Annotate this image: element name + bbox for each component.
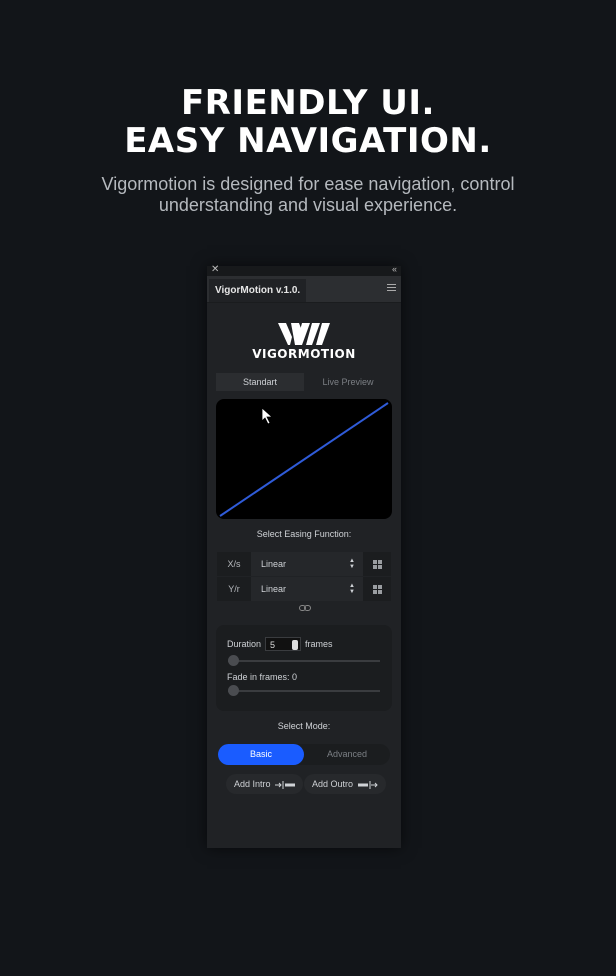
updown-arrows-icon: ▲ ▼ xyxy=(349,583,355,595)
close-icon[interactable]: ✕ xyxy=(211,264,219,275)
presets-button-x[interactable] xyxy=(363,559,391,569)
hero-subtitle: Vigormotion is designed for ease navigat… xyxy=(101,174,515,215)
plugin-panel: ✕ ‹‹ VigorMotion v.1.0. VIGORMOTION Stan… xyxy=(207,264,401,848)
mode-heading: Select Mode: xyxy=(277,721,331,731)
easing-graph[interactable] xyxy=(216,399,392,519)
view-tabs: Standart Live Preview xyxy=(216,373,392,391)
headline-line1: FRIENDLY UI. xyxy=(181,83,435,123)
add-intro-label: Add Intro xyxy=(234,779,271,789)
mode-basic-button[interactable]: Basic xyxy=(218,744,304,765)
logo: VIGORMOTION xyxy=(207,323,401,361)
headline-line2: EASY NAVIGATION. xyxy=(124,121,492,161)
easing-heading: Select Easing Function: xyxy=(256,529,352,539)
duration-row: Duration 5 frames xyxy=(227,637,333,651)
easing-select-x-value: Linear xyxy=(261,559,287,569)
easing-row-y: Y/r Linear ▲ ▼ xyxy=(217,577,391,601)
grid-icon xyxy=(372,559,382,569)
easing-select-y-value: Linear xyxy=(261,584,287,594)
duration-slider-knob[interactable] xyxy=(228,655,239,666)
duration-slider[interactable] xyxy=(228,655,380,666)
duration-unit: frames xyxy=(305,639,333,649)
add-intro-button[interactable]: Add Intro xyxy=(226,774,304,794)
easing-curve xyxy=(219,402,389,517)
panel-tab-row: VigorMotion v.1.0. xyxy=(207,276,401,303)
updown-arrows-icon: ▲ ▼ xyxy=(349,558,355,570)
headline: FRIENDLY UI. EASY NAVIGATION. xyxy=(0,84,616,160)
collapse-icon[interactable]: ‹‹ xyxy=(392,264,397,274)
axis-label-y: Y/r xyxy=(228,584,240,594)
add-outro-label: Add Outro xyxy=(312,779,354,789)
axis-label-x: X/s xyxy=(227,559,241,569)
hero-section: FRIENDLY UI. EASY NAVIGATION. Vigormotio… xyxy=(0,84,616,216)
panel-tab[interactable]: VigorMotion v.1.0. xyxy=(209,279,307,302)
easing-row-x: X/s Linear ▲ ▼ xyxy=(217,552,391,576)
easing-curve-svg xyxy=(219,402,389,517)
mouse-cursor-icon xyxy=(262,408,274,424)
grid-icon xyxy=(372,584,382,594)
panel-titlebar: ✕ ‹‹ xyxy=(207,264,401,276)
outro-arrow-icon xyxy=(357,780,378,789)
logo-text: VIGORMOTION xyxy=(252,347,356,361)
hamburger-icon[interactable] xyxy=(387,284,396,293)
tab-live-preview[interactable]: Live Preview xyxy=(304,373,392,391)
stepper-icon[interactable] xyxy=(292,640,299,650)
timing-box: Duration 5 frames Fade in frames: 0 xyxy=(216,625,392,711)
fade-slider[interactable] xyxy=(228,685,380,696)
fade-label: Fade in frames: 0 xyxy=(227,672,298,682)
easing-select-y[interactable]: Linear ▲ ▼ xyxy=(251,577,363,601)
easing-select-x[interactable]: Linear ▲ ▼ xyxy=(251,552,363,576)
duration-input[interactable]: 5 xyxy=(265,637,302,651)
mode-advanced-button[interactable]: Advanced xyxy=(304,744,390,765)
logo-mark-icon xyxy=(278,323,330,345)
duration-value: 5 xyxy=(270,640,276,650)
tab-standart[interactable]: Standart xyxy=(216,373,304,391)
mode-toggle: Basic Advanced xyxy=(218,744,390,765)
duration-label: Duration xyxy=(227,639,262,649)
intro-arrow-icon xyxy=(275,780,296,789)
add-outro-button[interactable]: Add Outro xyxy=(304,774,386,794)
presets-button-y[interactable] xyxy=(363,584,391,594)
fade-slider-knob[interactable] xyxy=(228,685,239,696)
link-icon[interactable] xyxy=(299,604,311,612)
